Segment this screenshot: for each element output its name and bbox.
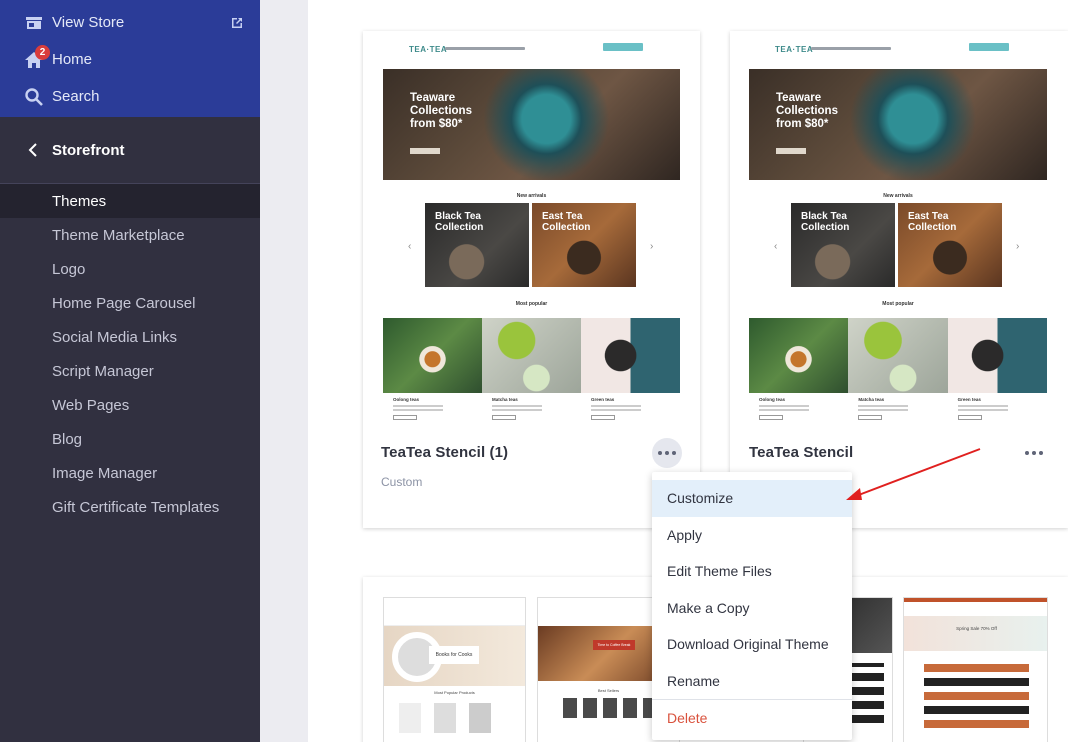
- external-link-icon[interactable]: [230, 16, 244, 30]
- sidebar-top-nav: View Store 2 Home Search: [0, 0, 260, 117]
- book-banner-text: Books for Cooks: [429, 646, 479, 664]
- search-link[interactable]: Search: [0, 78, 260, 115]
- theme-preview-fashion[interactable]: Spring Sale 70% Off: [903, 597, 1048, 742]
- preview-nav: TEA·TEA: [383, 31, 680, 69]
- sidebar-item-home-page-carousel[interactable]: Home Page Carousel: [0, 286, 260, 320]
- preview-hero: Teaware Collections from $80*: [749, 69, 1047, 180]
- theme-actions-menu: Customize Apply Edit Theme Files Make a …: [652, 472, 852, 740]
- preview-caption-green: Green teas: [591, 397, 615, 402]
- preview-new-arrivals: New arrivals: [516, 193, 547, 199]
- preview-nav-cart: [969, 43, 1009, 51]
- preview-nav-links: [445, 47, 525, 50]
- theme-more-button[interactable]: [1019, 438, 1049, 468]
- preview-tile-black-tea: Black Tea Collection: [791, 203, 895, 287]
- menu-item-apply[interactable]: Apply: [652, 517, 852, 554]
- preview-nav: TEA·TEA: [749, 31, 1047, 69]
- view-store-link[interactable]: View Store: [0, 4, 260, 41]
- sidebar-item-image-manager[interactable]: Image Manager: [0, 456, 260, 490]
- preview-hero-title: Teaware Collections from $80*: [410, 92, 472, 130]
- home-link[interactable]: 2 Home: [0, 41, 260, 78]
- preview-nav-links: [811, 47, 891, 50]
- preview-prev-arrow: ‹: [774, 241, 778, 252]
- preview-caption-oolong: Oolong teas: [393, 397, 420, 402]
- theme-status: Custom: [381, 475, 423, 489]
- preview-new-arrivals: New arrivals: [883, 193, 913, 199]
- theme-name: TeaTea Stencil: [749, 444, 854, 461]
- preview-tile-east-tea-label: East Tea Collection: [542, 211, 591, 233]
- preview-nav-cart: [603, 43, 643, 51]
- fashion-banner-text: Spring Sale 70% Off: [956, 626, 997, 631]
- preview-tile-east-tea: East Tea Collection: [532, 203, 636, 287]
- content-gutter: [260, 0, 308, 742]
- preview-product-grid: [749, 318, 1047, 393]
- section-title: Storefront: [52, 141, 125, 159]
- storefront-menu: Themes Theme Marketplace Logo Home Page …: [0, 184, 260, 524]
- preview-caption-green: Green teas: [957, 397, 981, 402]
- preview-hero-button: [776, 148, 806, 154]
- preview-prev-arrow: ‹: [408, 241, 412, 252]
- preview-tile-east-tea-label: East Tea Collection: [908, 211, 957, 233]
- cafe-banner-text: Time to Coffee Break: [593, 640, 635, 650]
- menu-item-download-original-theme[interactable]: Download Original Theme: [652, 626, 852, 663]
- sidebar-item-gift-certificate-templates[interactable]: Gift Certificate Templates: [0, 490, 260, 524]
- theme-more-button[interactable]: [652, 438, 682, 468]
- menu-item-rename[interactable]: Rename: [652, 663, 852, 700]
- theme-preview-image[interactable]: TEA·TEA Teaware Collections from $80* Ne…: [749, 31, 1047, 431]
- preview-tile-black-tea: Black Tea Collection: [425, 203, 529, 287]
- preview-logo: TEA·TEA: [775, 45, 814, 54]
- preview-next-arrow: ›: [650, 241, 654, 252]
- sidebar: View Store 2 Home Search Storefront Them…: [0, 0, 260, 742]
- preview-tile-black-tea-label: Black Tea Collection: [801, 211, 850, 233]
- preview-captions: Oolong teas Matcha teas Green teas: [749, 397, 1047, 420]
- search-icon: [25, 87, 43, 106]
- preview-caption-matcha: Matcha teas: [858, 397, 885, 402]
- preview-caption-oolong: Oolong teas: [759, 397, 786, 402]
- preview-logo: TEA·TEA: [409, 45, 448, 54]
- menu-item-make-a-copy[interactable]: Make a Copy: [652, 590, 852, 627]
- sidebar-item-themes[interactable]: Themes: [0, 184, 260, 218]
- themes-main: TEA·TEA Teaware Collections from $80* Ne…: [260, 0, 1068, 742]
- preview-tiles: Black Tea Collection East Tea Collection: [425, 203, 636, 287]
- preview-most-popular: Most popular: [882, 301, 914, 307]
- more-horizontal-icon: [658, 451, 676, 455]
- preview-tile-east-tea: East Tea Collection: [898, 203, 1002, 287]
- menu-item-edit-theme-files[interactable]: Edit Theme Files: [652, 553, 852, 590]
- store-icon: [26, 16, 42, 29]
- preview-product-grid: [383, 318, 680, 393]
- home-label: Home: [52, 51, 93, 68]
- theme-preview-image[interactable]: TEA·TEA Teaware Collections from $80* Ne…: [383, 31, 680, 431]
- preview-hero-title: Teaware Collections from $80*: [776, 92, 838, 130]
- book-section-title: Most Popular Products: [434, 690, 475, 695]
- search-label: Search: [52, 88, 100, 105]
- more-horizontal-icon: [1025, 451, 1043, 455]
- preview-tile-black-tea-label: Black Tea Collection: [435, 211, 484, 233]
- theme-card: TEA·TEA Teaware Collections from $80* Ne…: [730, 31, 1068, 528]
- preview-hero: Teaware Collections from $80*: [383, 69, 680, 180]
- preview-most-popular: Most popular: [515, 301, 548, 307]
- notification-badge: 2: [35, 45, 50, 60]
- menu-item-customize[interactable]: Customize: [652, 480, 852, 517]
- preview-hero-button: [410, 148, 440, 154]
- preview-captions: Oolong teas Matcha teas Green teas: [383, 397, 680, 420]
- sidebar-item-logo[interactable]: Logo: [0, 252, 260, 286]
- theme-card: TEA·TEA Teaware Collections from $80* Ne…: [363, 31, 700, 528]
- preview-next-arrow: ›: [1016, 241, 1020, 252]
- control-panel: View Store 2 Home Search Storefront Them…: [0, 0, 1068, 742]
- view-store-label: View Store: [52, 14, 125, 31]
- sidebar-item-script-manager[interactable]: Script Manager: [0, 354, 260, 388]
- theme-preview-cookbook[interactable]: Books for Cooks Most Popular Products: [383, 597, 526, 742]
- sidebar-item-theme-marketplace[interactable]: Theme Marketplace: [0, 218, 260, 252]
- sidebar-item-web-pages[interactable]: Web Pages: [0, 388, 260, 422]
- theme-name: TeaTea Stencil (1): [381, 444, 509, 461]
- preview-caption-matcha: Matcha teas: [492, 397, 518, 402]
- menu-item-delete[interactable]: Delete: [652, 700, 852, 737]
- preview-tiles: Black Tea Collection East Tea Collection: [791, 203, 1002, 287]
- sidebar-item-social-media-links[interactable]: Social Media Links: [0, 320, 260, 354]
- storefront-back-link[interactable]: Storefront: [0, 117, 260, 184]
- chevron-left-icon: [28, 143, 37, 157]
- sidebar-item-blog[interactable]: Blog: [0, 422, 260, 456]
